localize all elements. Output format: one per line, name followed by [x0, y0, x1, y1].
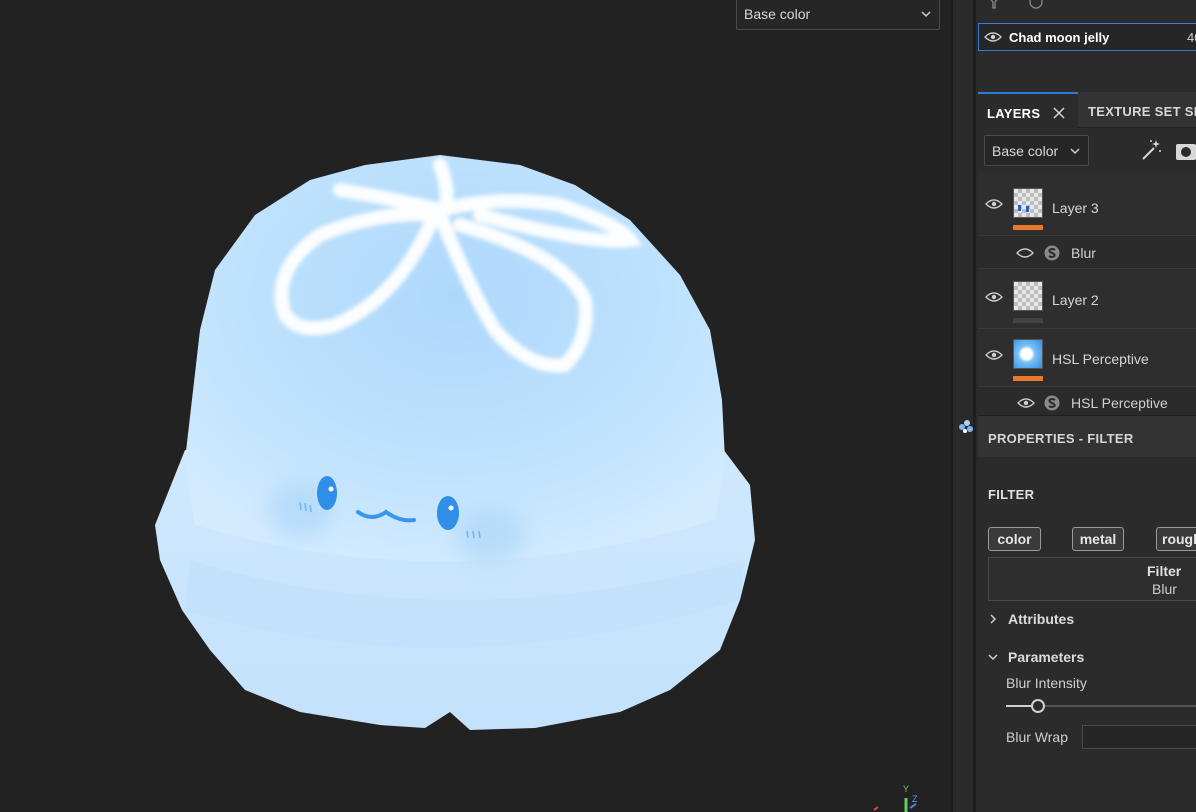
substance-filter-icon [1044, 395, 1060, 411]
layer-item[interactable]: Layer 3 [978, 172, 1196, 236]
properties-title: PROPERTIES - FILTER [988, 431, 1134, 446]
add-mask-icon[interactable] [1175, 140, 1196, 162]
right-panel: Chad moon jelly 40 LAYERS TEXTURE SET SE… [978, 0, 1196, 812]
chevron-right-icon [990, 614, 997, 624]
layers-list: Layer 3 Blur Layer 2 HSL Perceptive HSL … [978, 172, 1196, 417]
panel-splitter[interactable] [951, 0, 978, 812]
viewport-channel-value: Base color [744, 5, 811, 22]
jelly-model[interactable] [0, 0, 951, 812]
chevron-down-icon [988, 654, 998, 661]
blush-right [455, 507, 525, 563]
layer-thumbnail [1013, 339, 1043, 369]
chevron-down-icon [921, 11, 931, 18]
panel-tabs: LAYERS TEXTURE SET SE [978, 92, 1196, 128]
channel-button-rough[interactable]: rough [1156, 527, 1196, 551]
parameters-label: Parameters [1008, 649, 1085, 665]
magic-wand-icon[interactable] [1140, 138, 1162, 162]
layer-item[interactable]: Layer 2 [978, 269, 1196, 329]
filter-resource-picker[interactable]: Filter Blur [988, 557, 1196, 601]
texture-set-list-empty [978, 52, 1196, 92]
eye-icon[interactable] [984, 31, 1002, 43]
layer-effect-name: Blur [1071, 245, 1096, 261]
blur-intensity-label: Blur Intensity [1006, 675, 1087, 691]
layer-effect-item[interactable]: HSL Perceptive [978, 387, 1196, 417]
eye-closed-icon[interactable] [1016, 247, 1034, 259]
layer-thumbnail [1013, 188, 1043, 218]
3d-viewport[interactable]: Base color Y Z [0, 0, 951, 812]
eye-icon[interactable] [1017, 397, 1035, 409]
substance-filter-icon [1044, 245, 1060, 261]
texture-set-name: Chad moon jelly [1009, 30, 1110, 45]
viewport-channel-select[interactable]: Base color [736, 0, 940, 30]
filter-label: Filter [1147, 563, 1182, 579]
info-icon[interactable] [1028, 0, 1044, 10]
texture-set-value: 40 [1187, 30, 1196, 45]
layer-color-bar [1013, 225, 1043, 230]
slider-handle[interactable] [1031, 699, 1045, 713]
attributes-label: Attributes [1008, 611, 1075, 627]
layer-name: Layer 2 [1052, 292, 1099, 308]
tab-layers-label: LAYERS [987, 106, 1041, 121]
channel-button-color[interactable]: color [988, 527, 1041, 551]
eye-left [317, 476, 337, 510]
axis-gizmo: Y Z [873, 784, 918, 812]
layers-channel-select[interactable]: Base color [984, 135, 1089, 166]
layers-toolbar: Base color [978, 128, 1196, 172]
filter-icon[interactable] [986, 0, 1002, 10]
layer-color-bar [1013, 376, 1043, 381]
chevron-down-icon [1070, 148, 1080, 155]
close-icon[interactable] [1053, 107, 1065, 119]
blur-wrap-label: Blur Wrap [1006, 729, 1068, 745]
layer-effect-name: HSL Perceptive [1071, 395, 1168, 411]
eye-icon[interactable] [985, 349, 1003, 361]
properties-header: PROPERTIES - FILTER [978, 415, 1196, 457]
texture-set-item[interactable]: Chad moon jelly 40 [978, 23, 1196, 51]
layer-thumbnail [1013, 281, 1043, 311]
eye-icon[interactable] [985, 291, 1003, 303]
layer-name: HSL Perceptive [1052, 351, 1149, 367]
dock-handle-icon[interactable] [956, 417, 976, 437]
tab-layers[interactable]: LAYERS [978, 92, 1078, 128]
layer-item[interactable]: HSL Perceptive [978, 329, 1196, 387]
tab-texture-set-settings[interactable]: TEXTURE SET SE [1088, 104, 1196, 119]
channel-button-metal[interactable]: metal [1072, 527, 1124, 551]
eye-right [437, 496, 459, 530]
layers-channel-value: Base color [992, 142, 1059, 159]
eye-icon[interactable] [985, 198, 1003, 210]
texture-set-toolbar [978, 0, 1196, 22]
filter-value: Blur [1152, 581, 1177, 597]
gizmo-y-label: Y [903, 784, 909, 794]
filter-section-title: FILTER [988, 487, 1035, 502]
properties-body: FILTER color metal rough Filter Blur Att… [978, 457, 1196, 812]
blur-intensity-slider[interactable] [1006, 698, 1196, 714]
layer-name: Layer 3 [1052, 200, 1099, 216]
gizmo-z-label: Z [912, 794, 918, 804]
layer-color-bar [1013, 318, 1043, 323]
layer-effect-item[interactable]: Blur [978, 236, 1196, 269]
blur-wrap-field[interactable] [1082, 725, 1196, 749]
